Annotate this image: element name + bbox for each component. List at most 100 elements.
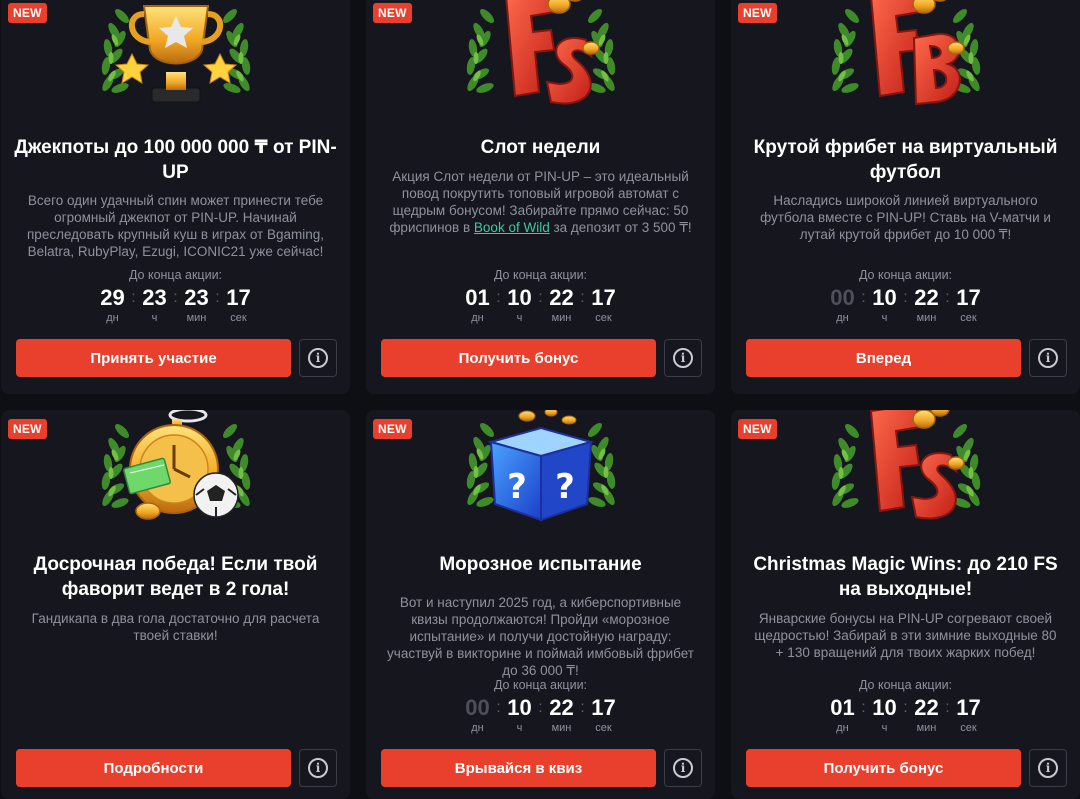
seconds-label: сек [960,722,977,734]
new-badge: NEW [8,419,47,439]
hours-label: ч [881,722,888,734]
timer-days: 01 [830,695,855,720]
info-button[interactable]: i [664,339,702,377]
promo-description: Вот и наступил 2025 год, а киберспортивн… [387,595,694,678]
info-icon: i [308,348,328,368]
hours-label: ч [151,312,158,324]
new-badge: NEW [738,3,777,23]
minutes-label: мин [551,722,572,734]
timer-hours: 10 [872,285,897,310]
days-label: дн [836,312,849,324]
countdown-timer: До конца акции: 01 дн : 10 ч : 22 мин : 17 с… [366,268,715,325]
timer-hours: 10 [507,285,532,310]
svg-text:?: ? [507,467,527,507]
timer-minutes: 22 [549,285,574,310]
days-label: дн [836,722,849,734]
timer-label: До конца акции: [858,268,953,282]
timer-seconds: 17 [591,285,616,310]
minutes-label: мин [916,722,937,734]
info-button[interactable]: i [299,339,337,377]
promo-title: Досрочная победа! Если твой фаворит веде… [33,554,318,600]
promo-description: Январские бонусы на PIN-UP согревают сво… [754,611,1057,660]
hours-label: ч [516,722,523,734]
timer-label: До конца акции: [128,268,223,282]
promo-title: Джекпоты до 100 000 000 ₸ от PIN-UP [14,137,337,183]
info-icon: i [673,758,693,778]
promo-card-christmas-magic-wins: NEW Christmas Magic Wins: до 210 FS на в… [731,410,1080,799]
promo-description: Всего один удачный спин может принести т… [27,193,324,259]
new-badge: NEW [738,419,777,439]
free-spins-icon [816,410,996,532]
promo-description: Насладись широкой линией виртуального фу… [760,193,1051,242]
promo-title: Christmas Magic Wins: до 210 FS на выход… [753,554,1058,600]
timer-seconds: 17 [956,695,981,720]
info-button[interactable]: i [299,749,337,787]
info-icon: i [673,348,693,368]
free-spins-icon [451,0,631,116]
promo-title: Морозное испытание [439,554,642,575]
info-button[interactable]: i [1029,749,1067,787]
timer-minutes: 22 [549,695,574,720]
new-badge: NEW [373,419,412,439]
timer-minutes: 22 [914,285,939,310]
timer-hours: 10 [507,695,532,720]
timer-seconds: 17 [956,285,981,310]
seconds-label: сек [595,722,612,734]
timer-hours: 23 [142,285,167,310]
timer-label: До конца акции: [493,268,588,282]
mystery-box-icon: ? ? [451,410,631,532]
new-badge: NEW [373,3,412,23]
promo-card-early-win: NEW Досрочная победа! Если твой фаворит … [1,410,350,799]
join-quiz-button[interactable]: Врывайся в квиз [381,749,656,787]
promo-card-jackpots: NEW Джекпоты до 100 000 000 ₸ от PIN-UP … [1,0,350,394]
trophy-icon [86,0,266,116]
minutes-label: мин [916,312,937,324]
promo-description: Гандикапа в два гола достаточно для расч… [31,611,320,643]
promo-card-virtual-football: NEW Крутой фрибет на виртуальный футбол … [731,0,1080,394]
timer-seconds: 17 [226,285,251,310]
timer-days: 00 [465,695,490,720]
seconds-label: сек [230,312,247,324]
book-of-wild-link[interactable]: Book of Wild [474,220,550,235]
timer-days: 01 [465,285,490,310]
timer-label: До конца акции: [493,678,588,692]
promo-title: Слот недели [480,137,601,158]
info-icon: i [1038,758,1058,778]
minutes-label: мин [186,312,207,324]
seconds-label: сек [960,312,977,324]
get-bonus-button[interactable]: Получить бонус [746,749,1021,787]
timer-minutes: 22 [914,695,939,720]
forward-button[interactable]: Вперед [746,339,1021,377]
promo-card-frost-challenge: NEW ? ? Морозное испытание Вот и наступи… [366,410,715,799]
timer-days: 00 [830,285,855,310]
details-button[interactable]: Подробности [16,749,291,787]
timer-seconds: 17 [591,695,616,720]
countdown-timer: До конца акции: 01 дн : 10 ч : 22 мин : 17 с… [731,678,1080,735]
minutes-label: мин [551,312,572,324]
get-bonus-button[interactable]: Получить бонус [381,339,656,377]
stopwatch-football-icon [86,410,266,532]
countdown-timer: До конца акции: 29 дн : 23 ч : 23 мин : 17 с… [1,268,350,325]
timer-hours: 10 [872,695,897,720]
days-label: дн [106,312,119,324]
countdown-timer: До конца акции: 00 дн : 10 ч : 22 мин : 17 с… [731,268,1080,325]
info-button[interactable]: i [664,749,702,787]
new-badge: NEW [8,3,47,23]
timer-minutes: 23 [184,285,209,310]
days-label: дн [471,312,484,324]
promo-card-slot-of-week: NEW Слот недели Акция Слот недели от PIN… [366,0,715,394]
promo-title: Крутой фрибет на виртуальный футбол [753,137,1058,183]
seconds-label: сек [595,312,612,324]
info-icon: i [308,758,328,778]
svg-text:?: ? [555,467,575,507]
info-button[interactable]: i [1029,339,1067,377]
freebet-icon [816,0,996,116]
timer-days: 29 [100,285,125,310]
hours-label: ч [881,312,888,324]
days-label: дн [471,722,484,734]
countdown-timer: До конца акции: 00 дн : 10 ч : 22 мин : 17 с… [366,678,715,735]
info-icon: i [1038,348,1058,368]
participate-button[interactable]: Принять участие [16,339,291,377]
description-text: за депозит от 3 500 ₸! [553,220,692,235]
promo-description: Акция Слот недели от PIN-UP – это идеаль… [384,168,697,236]
